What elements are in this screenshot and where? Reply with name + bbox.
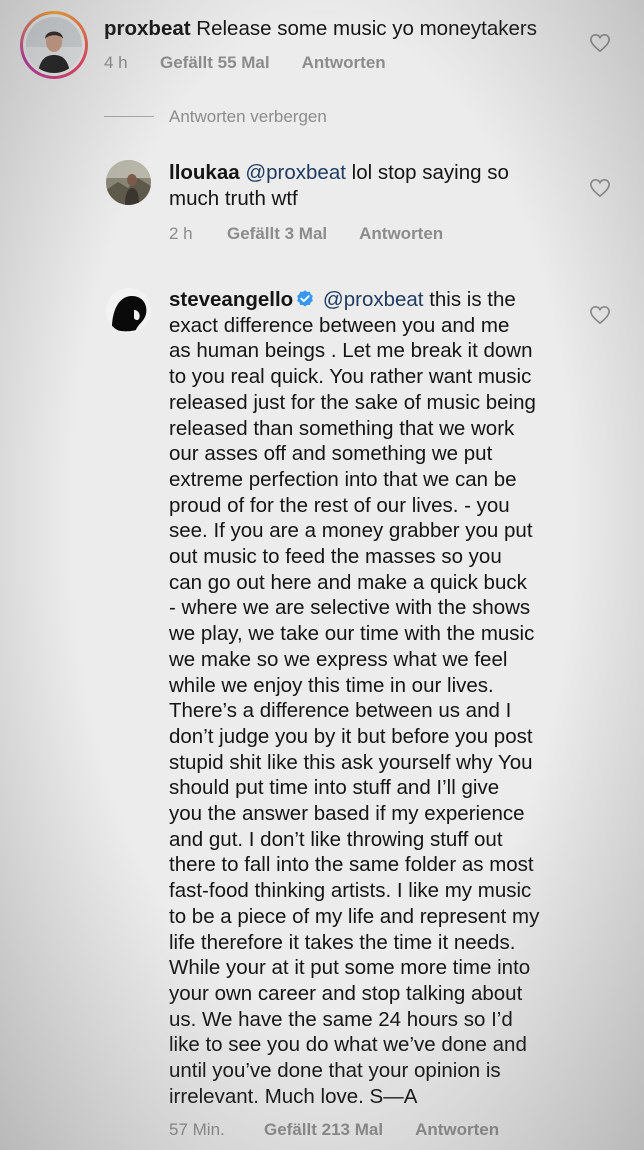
avatar-proxbeat (26, 17, 82, 73)
reply-text-line: extreme perfection into that we can be (169, 467, 517, 491)
verified-badge-icon (297, 290, 314, 307)
reply-text-line: There’s a difference between us and I (169, 699, 512, 723)
reply-text-line: you the answer based if my experience (169, 802, 525, 826)
reply-text-line: and gut. I don’t like throwing stuff out (169, 827, 503, 851)
reply-text-line: until you’ve done that your opinion is (169, 1059, 501, 1083)
reply-text-line: your own career and stop talking about (169, 981, 523, 1005)
likes-count[interactable]: Gefällt 3 Mal (227, 224, 327, 244)
heart-icon[interactable] (589, 305, 611, 325)
reply-body: exact difference between you and me as hu… (169, 313, 589, 1110)
reply-text-line: released than something that we work (169, 416, 515, 440)
reply-text-line: see. If you are a money grabber you put (169, 519, 533, 543)
reply-text-line: fast-food thinking artists. I like my mu… (169, 879, 532, 903)
reply-text-line: this is the (423, 288, 516, 311)
reply-text-line: like to see you do what we’ve done and (169, 1033, 527, 1057)
reply-text-line: there to fall into the same folder as mo… (169, 853, 534, 877)
reply-text-line: to you real quick. You rather want music (169, 365, 532, 389)
reply-steveangello: steveangello @proxbeat this is the exact… (169, 287, 589, 1110)
reply-text-line: we play, we take our time with the music (169, 622, 535, 646)
reply-text-line: While your at it put some more time into (169, 956, 531, 980)
reply-text-line: as human beings . Let me break it down (169, 339, 533, 363)
reply-text-line: irrelevant. Much love. S—A (169, 1084, 418, 1108)
hide-replies-label: Antworten verbergen (169, 107, 327, 126)
reply-text-line: while we enjoy this time in our lives. (169, 673, 494, 697)
timestamp: 57 Min. (169, 1120, 225, 1139)
comment-proxbeat: proxbeat Release some music yo moneytake… (104, 16, 537, 42)
timestamp: 2 h (169, 224, 193, 243)
reply-text-line: released just for the sake of music bein… (169, 390, 536, 414)
username-steveangello[interactable]: steveangello (169, 288, 293, 311)
reply-text-line: - where we are selective with the shows (169, 596, 531, 620)
reply-text-line: us. We have the same 24 hours so I’d (169, 1007, 513, 1031)
comment-text-proxbeat: Release some music yo moneytakers (196, 17, 537, 40)
reply-meta-lloukaa: 2 h Gefällt 3 Mal Antworten (169, 224, 443, 244)
likes-count[interactable]: Gefällt 55 Mal (160, 53, 270, 73)
comment-meta-proxbeat: 4 h Gefällt 55 Mal Antworten (104, 53, 386, 73)
reply-text-line: life therefore it takes the time it need… (169, 930, 516, 954)
replies-divider-line (104, 116, 154, 117)
reply-meta-steveangello: 57 Min. Gefällt 213 Mal Antworten (169, 1120, 499, 1140)
avatar-lloukaa[interactable] (106, 160, 151, 205)
likes-count[interactable]: Gefällt 213 Mal (264, 1120, 383, 1140)
reply-text-line: much truth wtf (169, 186, 298, 210)
reply-text-line: our asses off and something we put (169, 442, 493, 466)
reply-button[interactable]: Antworten (302, 53, 386, 73)
reply-text-line: should put time into stuff and I’ll give (169, 776, 500, 800)
reply-text-line: lol stop saying so (345, 161, 509, 184)
reply-text-line: don’t judge you by it but before you pos… (169, 724, 533, 748)
mention-link[interactable]: @proxbeat (323, 288, 424, 311)
timestamp: 4 h (104, 53, 128, 72)
reply-text-line: stupid shit like this ask yourself why Y… (169, 750, 533, 774)
reply-button[interactable]: Antworten (415, 1120, 499, 1140)
mention-link[interactable]: @proxbeat (245, 161, 346, 184)
reply-text-line: to be a piece of my life and represent m… (169, 904, 540, 928)
reply-lloukaa: lloukaa @proxbeat lol stop saying so muc… (169, 160, 569, 211)
reply-text-line: out music to feed the masses so you (169, 545, 502, 569)
username-proxbeat[interactable]: proxbeat (104, 17, 191, 40)
reply-text-line: we make so we express what we feel (169, 647, 508, 671)
avatar-proxbeat-story-ring[interactable] (20, 11, 88, 79)
reply-button[interactable]: Antworten (359, 224, 443, 244)
avatar-steveangello[interactable] (106, 288, 151, 333)
reply-text-line: exact difference between you and me (169, 313, 510, 337)
heart-icon[interactable] (589, 178, 611, 198)
hide-replies-button[interactable]: Antworten verbergen (169, 107, 327, 127)
reply-text-line: proud of for the rest of our lives. - yo… (169, 493, 510, 517)
username-lloukaa[interactable]: lloukaa (169, 161, 240, 184)
reply-text-line: can go out here and make a quick buck (169, 570, 527, 594)
heart-icon[interactable] (589, 33, 611, 53)
